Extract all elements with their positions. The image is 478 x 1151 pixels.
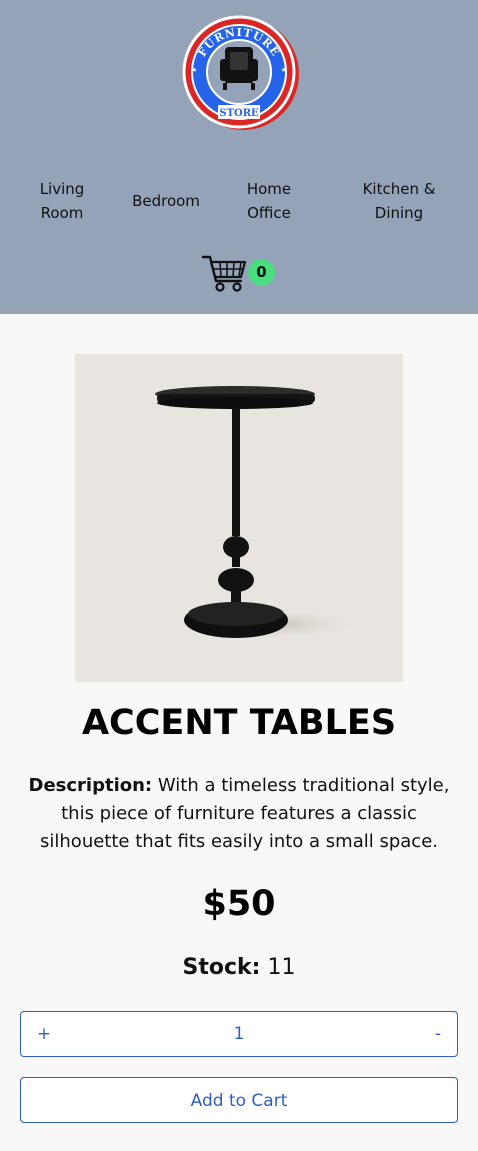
nav-living-room-line1: Living — [39, 180, 85, 198]
product-title: ACCENT TABLES — [81, 703, 397, 743]
add-to-cart-button[interactable]: Add to Cart — [20, 1077, 458, 1123]
cart-count-badge: 0 — [248, 259, 275, 286]
product-image — [75, 354, 403, 682]
nav-kitchen-dining-line2: Dining — [374, 204, 424, 222]
stock-label: Stock: — [182, 955, 261, 980]
nav-kitchen-dining-line1: Kitchen & — [362, 180, 436, 198]
nav-home-office[interactable]: Home Office — [229, 177, 309, 225]
nav-kitchen-dining[interactable]: Kitchen & Dining — [350, 177, 448, 225]
product-price: $50 — [202, 884, 276, 924]
shopping-cart-icon — [201, 255, 247, 292]
nav-home-office-line2: Office — [247, 204, 291, 222]
logo-bottom-text: STORE — [219, 108, 259, 119]
quantity-value[interactable]: 1 — [81, 1012, 397, 1056]
nav-living-room[interactable]: Living Room — [22, 177, 102, 225]
quantity-stepper: + 1 - — [20, 1011, 458, 1057]
store-logo[interactable]: FURNITURE STORE — [180, 13, 302, 133]
nav-bedroom-label: Bedroom — [132, 192, 200, 210]
site-header: FURNITURE STORE Living Room Bedroom Home… — [0, 0, 478, 314]
product-description: Description: With a timeless traditional… — [16, 772, 462, 856]
product-stock: Stock: 11 — [0, 953, 478, 983]
nav-bedroom[interactable]: Bedroom — [125, 189, 207, 213]
description-label: Description: — [28, 775, 153, 796]
quantity-decrease-button[interactable]: - — [425, 1012, 451, 1056]
stock-value: 11 — [267, 955, 296, 980]
nav-living-room-line2: Room — [40, 204, 84, 222]
accent-table-image — [155, 386, 361, 640]
quantity-increase-button[interactable]: + — [31, 1012, 57, 1056]
nav-home-office-line1: Home — [246, 180, 292, 198]
